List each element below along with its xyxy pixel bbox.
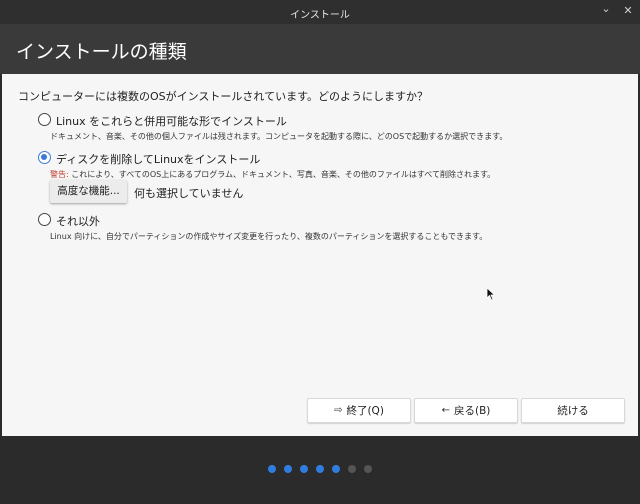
continue-button-label: 続ける	[557, 405, 589, 417]
footer	[0, 436, 640, 504]
page-title: インストールの種類	[16, 41, 187, 63]
radio-erase-disk[interactable]	[38, 151, 51, 164]
back-button[interactable]: ← 戻る(B)	[414, 398, 518, 423]
close-icon[interactable]: ✕	[620, 3, 636, 19]
exit-icon: ⇨	[334, 405, 343, 416]
window-titlebar: インストール ⌄ ✕	[0, 0, 640, 24]
option-label-erase-disk[interactable]: ディスクを削除してLinuxをインストール	[56, 151, 260, 167]
quit-button[interactable]: ⇨ 終了(Q)	[307, 398, 411, 423]
question-text: コンピューターには複数のOSがインストールされています。どのようにしますか？	[18, 90, 428, 103]
main-content: コンピューターには複数のOSがインストールされています。どのようにしますか？ L…	[2, 74, 638, 436]
progress-dot	[316, 465, 324, 473]
option-label-something-else[interactable]: それ以外	[56, 213, 100, 229]
radio-install-alongside[interactable]	[38, 113, 51, 126]
progress-dot	[284, 465, 292, 473]
radio-something-else[interactable]	[38, 213, 51, 226]
advanced-status-text: 何も選択していません	[134, 187, 244, 200]
warning-text: これにより、すべてのOS上にあるプログラム、ドキュメント、写真、音楽、その他のフ…	[68, 170, 496, 179]
option-desc-something-else: Linux 向けに、自分でパーティションの作成やサイズ変更を行ったり、複数のパー…	[50, 232, 488, 241]
progress-dot	[300, 465, 308, 473]
window-title: インストール	[290, 10, 350, 21]
progress-dot	[268, 465, 276, 473]
option-label-install-alongside[interactable]: Linux をこれらと併用可能な形でインストール	[56, 113, 287, 129]
quit-button-label: 終了(Q)	[346, 405, 384, 417]
minimize-icon[interactable]: ⌄	[598, 1, 614, 17]
back-button-label: 戻る(B)	[453, 405, 491, 417]
arrow-left-icon: ←	[441, 405, 450, 416]
option-desc-erase-disk: 警告: これにより、すべてのOS上にあるプログラム、ドキュメント、写真、音楽、そ…	[50, 169, 495, 180]
mouse-cursor-icon	[486, 287, 496, 301]
advanced-features-button[interactable]: 高度な機能...	[50, 180, 127, 203]
option-desc-install-alongside: ドキュメント、音楽、その他の個人ファイルは残されます。コンピュータを起動する際に…	[50, 132, 508, 141]
page-header: インストールの種類	[0, 24, 640, 74]
progress-dot	[364, 465, 372, 473]
progress-dot	[348, 465, 356, 473]
continue-button[interactable]: 続ける	[521, 398, 625, 423]
warning-label: 警告:	[50, 170, 69, 179]
progress-dots	[268, 465, 372, 473]
progress-dot	[332, 465, 340, 473]
